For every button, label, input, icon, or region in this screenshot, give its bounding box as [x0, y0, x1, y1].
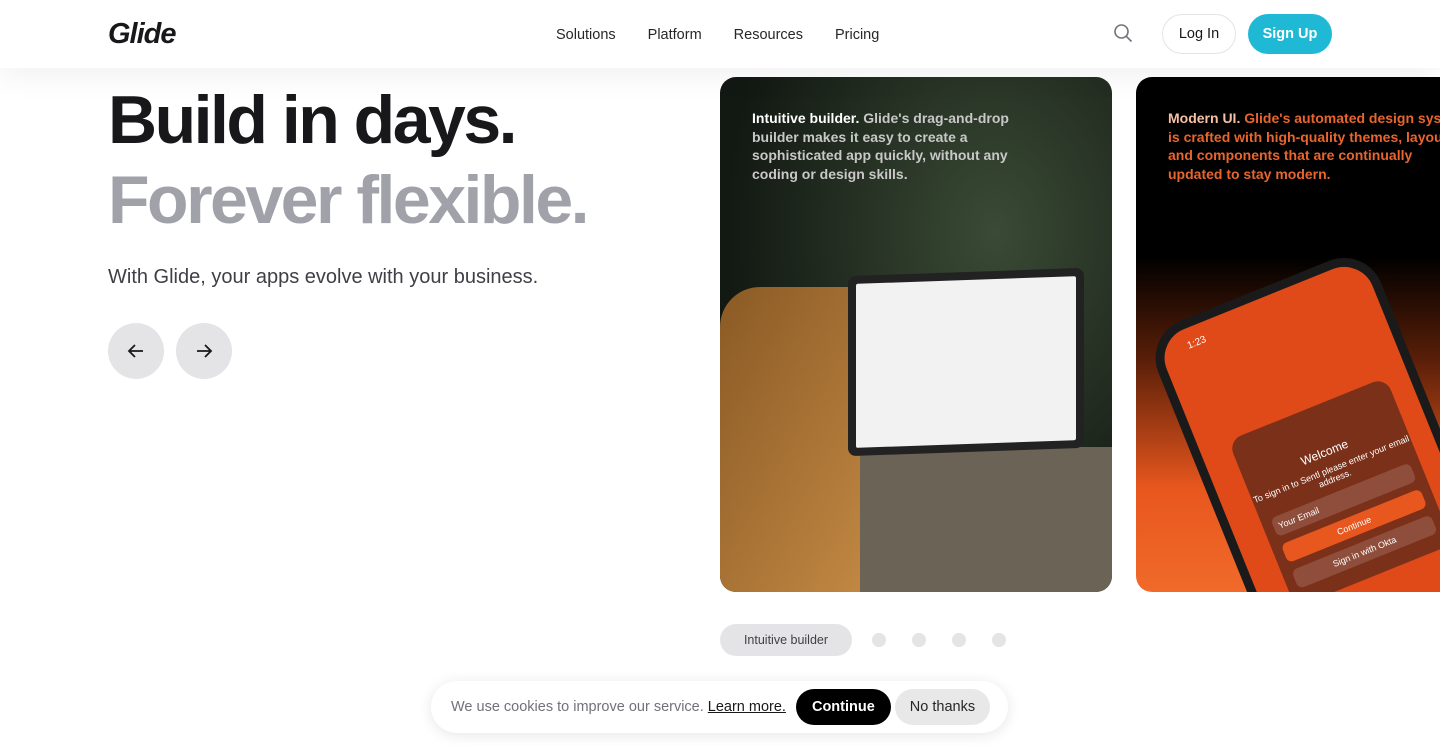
card-modern-ui[interactable]: Modern UI. Glide's automated design syst…	[1136, 77, 1440, 592]
top-nav: Glide Solutions Platform Resources Prici…	[0, 0, 1440, 68]
carousel-dot[interactable]	[912, 633, 926, 647]
carousel-active-tab[interactable]: Intuitive builder	[720, 624, 852, 656]
hero-subtitle: With Glide, your apps evolve with your b…	[108, 266, 539, 288]
cookie-banner: We use cookies to improve our service. L…	[431, 681, 1008, 733]
card-intuitive-builder[interactable]: Intuitive builder. Glide's drag-and-drop…	[720, 77, 1112, 592]
nav-platform[interactable]: Platform	[648, 27, 702, 43]
carousel-dot[interactable]	[952, 633, 966, 647]
search-icon[interactable]	[1113, 23, 1133, 43]
laptop-image	[848, 267, 1084, 457]
arrow-left-icon	[127, 344, 143, 358]
phone-login-panel: Welcome To sign in to Sentl please enter…	[1228, 377, 1440, 592]
cookie-continue-button[interactable]: Continue	[795, 689, 891, 725]
cookie-no-thanks-button[interactable]: No thanks	[894, 689, 991, 725]
glide-logo[interactable]: Glide	[108, 18, 177, 51]
carousel-dot[interactable]	[872, 633, 886, 647]
nav-resources[interactable]: Resources	[734, 27, 803, 43]
learn-more-link[interactable]: Learn more.	[708, 699, 786, 715]
carousel-dot[interactable]	[992, 633, 1006, 647]
nav-pricing[interactable]: Pricing	[835, 27, 879, 43]
hero-title-secondary: Forever flexible.	[108, 162, 590, 238]
nav-solutions[interactable]: Solutions	[556, 27, 616, 43]
main-menu: Solutions Platform Resources Pricing	[556, 27, 879, 43]
next-button[interactable]	[176, 323, 232, 379]
card-text: Modern UI. Glide's automated design syst…	[1168, 110, 1440, 182]
phone-image: 1:23 Welcome To sign in to Sentl please …	[1143, 245, 1440, 592]
cookie-text: We use cookies to improve our service.	[451, 699, 704, 715]
card-text: Intuitive builder. Glide's drag-and-drop…	[752, 110, 1009, 182]
hero-title: Build in days.	[108, 82, 518, 158]
signup-button[interactable]: Sign Up	[1248, 14, 1332, 54]
prev-button[interactable]	[108, 323, 164, 379]
login-button[interactable]: Log In	[1162, 14, 1236, 54]
table-image	[860, 447, 1112, 592]
phone-time: 1:23	[1185, 334, 1208, 352]
arrow-right-icon	[197, 344, 213, 358]
